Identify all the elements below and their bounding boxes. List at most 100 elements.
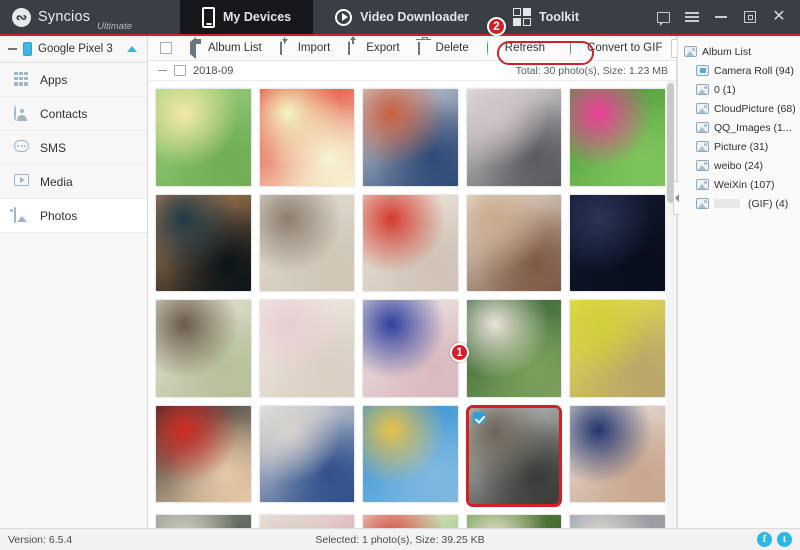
album-list-header[interactable]: Album List <box>684 42 796 61</box>
twitter-icon[interactable]: t <box>777 532 792 547</box>
import-button[interactable]: Import <box>271 37 340 59</box>
photo-cell[interactable] <box>258 514 356 528</box>
photo-cell[interactable] <box>155 88 252 187</box>
convert-gif-icon <box>569 40 582 55</box>
photo-woman-window-light[interactable] <box>465 193 563 293</box>
sidebar-item-sms[interactable]: SMS <box>0 131 147 165</box>
photo-girl-white-dress[interactable] <box>258 193 356 293</box>
export-button[interactable]: Export <box>339 37 408 59</box>
photo-flowers-dandelion[interactable] <box>155 88 252 187</box>
grid-scrollbar[interactable] <box>666 81 675 528</box>
photo-thumbnail <box>466 194 562 292</box>
photo-street-woman-selected[interactable] <box>465 404 563 508</box>
date-group-collapse-icon[interactable] <box>158 69 167 72</box>
photo-cell[interactable] <box>155 514 252 528</box>
grid-squares-icon <box>512 8 531 26</box>
content-area: Album List Import Export Delete Refresh <box>148 36 800 528</box>
photo-cell[interactable] <box>258 88 356 187</box>
photo-temple-blue-sky[interactable] <box>362 404 459 504</box>
photo-bunny-collage[interactable] <box>258 514 356 528</box>
maximize-icon[interactable] <box>737 4 763 30</box>
convert-to-gif-button[interactable]: Convert to GIF <box>560 37 671 59</box>
sidebar-item-apps[interactable]: Apps <box>0 63 147 97</box>
photo-cell[interactable] <box>465 514 563 528</box>
facebook-icon[interactable]: f <box>757 532 772 547</box>
photo-cell[interactable] <box>569 193 666 293</box>
photo-woman-red-scarf[interactable] <box>362 193 459 293</box>
album-item[interactable]: Camera Roll (94) <box>684 61 796 80</box>
photo-girl-flower-basket[interactable] <box>465 299 563 398</box>
collapse-icon[interactable] <box>8 48 17 50</box>
tab-my-devices[interactable]: My Devices <box>180 0 314 34</box>
panel-collapse-icon[interactable] <box>673 181 679 215</box>
album-item[interactable]: weibo (24) <box>684 156 796 175</box>
close-icon[interactable]: ✕ <box>766 4 792 30</box>
photo-checkbox[interactable] <box>472 411 485 424</box>
photo-cell[interactable] <box>362 299 459 398</box>
photo-woven-basket[interactable] <box>569 514 666 528</box>
photo-yellow-field-girl[interactable] <box>569 299 666 398</box>
photo-red-umbrella-girl[interactable] <box>258 88 356 187</box>
export-icon <box>348 40 361 55</box>
sidebar-item-photos[interactable]: Photos <box>0 199 147 233</box>
photo-cell[interactable] <box>569 88 666 187</box>
album-item[interactable]: 0 (1) <box>684 80 796 99</box>
photo-cell[interactable] <box>258 404 356 508</box>
photo-girl-red-coat[interactable] <box>155 404 252 504</box>
sidebar-item-media[interactable]: Media <box>0 165 147 199</box>
photo-cell[interactable] <box>465 193 563 293</box>
album-item[interactable]: CloudPicture (68) <box>684 99 796 118</box>
menu-icon[interactable] <box>679 4 705 30</box>
select-all-checkbox[interactable] <box>160 42 172 54</box>
photo-cell[interactable] <box>362 404 459 508</box>
photo-cell[interactable] <box>258 299 356 398</box>
photo-girl-blue-flowers[interactable] <box>362 299 459 398</box>
photo-thumbnail <box>363 194 458 292</box>
photo-plush-toys-group[interactable] <box>362 514 459 528</box>
sidebar-item-contacts[interactable]: Contacts <box>0 97 147 131</box>
photo-pink-heart-leaves[interactable] <box>569 88 666 187</box>
photo-cell[interactable] <box>155 193 252 293</box>
photo-cell[interactable] <box>362 88 459 187</box>
device-header[interactable]: Google Pixel 3 <box>0 36 147 63</box>
photo-panda-hat-dolls[interactable] <box>465 514 563 528</box>
album-item[interactable]: (GIF) (4) <box>684 194 796 213</box>
tab-video-downloader[interactable]: Video Downloader <box>313 0 491 34</box>
photo-girl-lilies[interactable] <box>155 299 252 398</box>
photo-ballerina-girl[interactable] <box>258 299 356 398</box>
refresh-button[interactable]: Refresh <box>478 37 554 59</box>
photo-cell[interactable] <box>465 88 563 187</box>
album-item[interactable]: Picture (31) <box>684 137 796 156</box>
photo-cell[interactable] <box>155 299 252 398</box>
photo-cell[interactable] <box>465 299 563 398</box>
album-list-button[interactable]: Album List <box>181 36 271 59</box>
photo-cell[interactable] <box>569 514 666 528</box>
photo-thumbnail <box>570 89 665 186</box>
photo-plush-rabbits[interactable] <box>258 404 356 504</box>
eject-icon[interactable] <box>127 46 137 52</box>
date-group-checkbox[interactable] <box>174 65 186 76</box>
photo-cell[interactable] <box>569 299 666 398</box>
album-item[interactable]: WeiXin (107) <box>684 175 796 194</box>
brand: ∾ Syncios Ultimate <box>0 0 180 34</box>
photo-bridge-at-dusk[interactable] <box>155 193 252 293</box>
photo-cell[interactable] <box>155 404 252 508</box>
date-group-row[interactable]: 2018-09 Total: 30 photo(s), Size: 1.23 M… <box>148 61 676 81</box>
photo-cell[interactable] <box>569 404 666 508</box>
minimize-icon[interactable] <box>708 4 734 30</box>
photo-night-sky-stars[interactable] <box>569 193 666 293</box>
photo-girl-blue-dress[interactable] <box>569 404 666 504</box>
back-arrow-icon <box>190 36 203 59</box>
photo-shoes-closeup[interactable] <box>155 514 252 528</box>
album-item[interactable]: QQ_Images (119) <box>684 118 796 137</box>
photo-cell[interactable] <box>258 193 356 293</box>
photo-cherry-blossom-tree[interactable] <box>465 88 563 187</box>
delete-button[interactable]: Delete <box>409 37 478 59</box>
photo-cell[interactable] <box>465 404 563 508</box>
import-icon <box>279 40 293 55</box>
feedback-icon[interactable] <box>650 4 676 30</box>
photo-cell[interactable] <box>362 193 459 293</box>
photo-st-basils-cathedral[interactable] <box>362 88 459 187</box>
tab-toolkit[interactable]: Toolkit <box>491 0 601 34</box>
photo-cell[interactable] <box>362 514 459 528</box>
